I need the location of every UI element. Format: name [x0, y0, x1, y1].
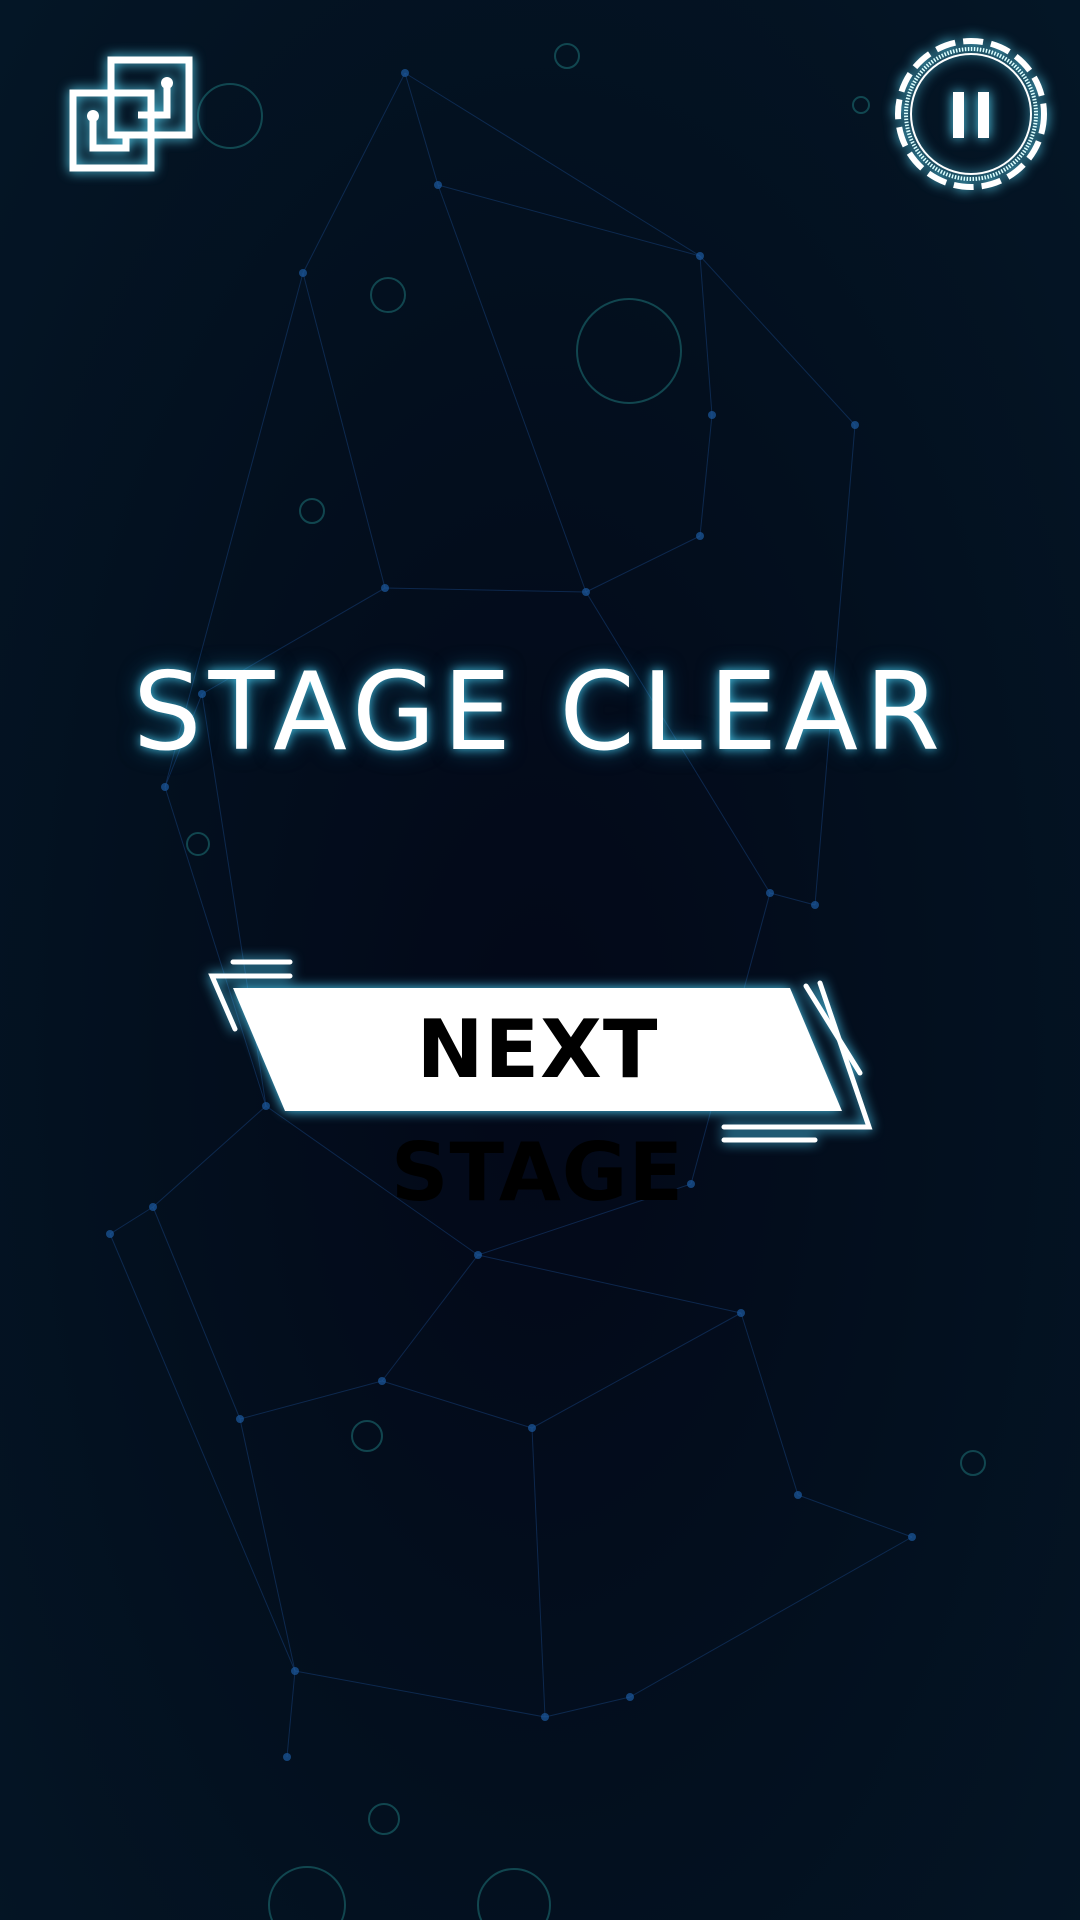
network-line	[294, 1670, 546, 1718]
network-node	[161, 783, 169, 791]
network-node	[696, 252, 704, 260]
network-line	[531, 1312, 742, 1429]
circuit-squares-icon[interactable]	[60, 50, 200, 180]
network-node	[737, 1309, 745, 1317]
network-line	[699, 255, 713, 416]
network-line	[384, 587, 587, 593]
network-line	[477, 1254, 742, 1314]
bubble	[351, 1420, 383, 1452]
network-node	[283, 1753, 291, 1761]
bubble	[299, 498, 325, 524]
network-node	[794, 1491, 802, 1499]
next-stage-label: NEXT STAGE	[390, 1003, 685, 1219]
network-node	[528, 1424, 536, 1432]
network-line	[239, 1380, 383, 1420]
network-line	[109, 1206, 154, 1235]
bubble	[852, 96, 870, 114]
network-node	[381, 584, 389, 592]
network-node	[908, 1533, 916, 1541]
bubble	[197, 83, 263, 149]
network-node	[106, 1230, 114, 1238]
network-line	[699, 414, 713, 537]
network-node	[696, 532, 704, 540]
pause-icon	[953, 92, 989, 138]
network-node	[401, 69, 409, 77]
pause-button[interactable]	[891, 34, 1051, 194]
network-line	[437, 184, 701, 257]
network-line	[437, 184, 587, 593]
network-line	[544, 1696, 631, 1718]
network-line	[740, 1312, 799, 1496]
network-node	[149, 1203, 157, 1211]
network-line	[302, 72, 406, 274]
network-line	[404, 72, 439, 186]
network-node	[434, 181, 442, 189]
network-line	[531, 1427, 546, 1718]
bubble	[554, 43, 580, 69]
network-line	[585, 535, 701, 593]
network-node	[708, 411, 716, 419]
stage-clear-title: STAGE CLEAR	[132, 650, 948, 775]
network-node	[582, 588, 590, 596]
bubble	[960, 1450, 986, 1476]
bubble	[186, 832, 210, 856]
network-node	[291, 1667, 299, 1675]
network-node	[626, 1693, 634, 1701]
network-line	[797, 1494, 913, 1538]
network-line	[381, 1254, 479, 1382]
network-line	[152, 1105, 267, 1208]
network-node	[299, 269, 307, 277]
bubble	[477, 1868, 551, 1920]
bubble	[268, 1866, 346, 1920]
network-line	[381, 1380, 533, 1429]
network-line	[769, 892, 816, 906]
network-node	[811, 901, 819, 909]
bubble	[370, 277, 406, 313]
network-line	[152, 1206, 241, 1420]
bubble	[368, 1803, 400, 1835]
network-background	[106, 43, 986, 1920]
network-node	[378, 1377, 386, 1385]
network-line	[239, 1418, 296, 1672]
network-node	[236, 1415, 244, 1423]
network-line	[404, 72, 701, 257]
network-line	[109, 1233, 296, 1672]
network-node	[766, 889, 774, 897]
network-line	[629, 1536, 913, 1698]
network-line	[699, 255, 856, 426]
network-line	[302, 272, 386, 589]
bubble	[576, 298, 682, 404]
network-node	[541, 1713, 549, 1721]
network-line	[286, 1670, 296, 1758]
network-node	[474, 1251, 482, 1259]
network-node	[687, 1180, 695, 1188]
network-node	[851, 421, 859, 429]
